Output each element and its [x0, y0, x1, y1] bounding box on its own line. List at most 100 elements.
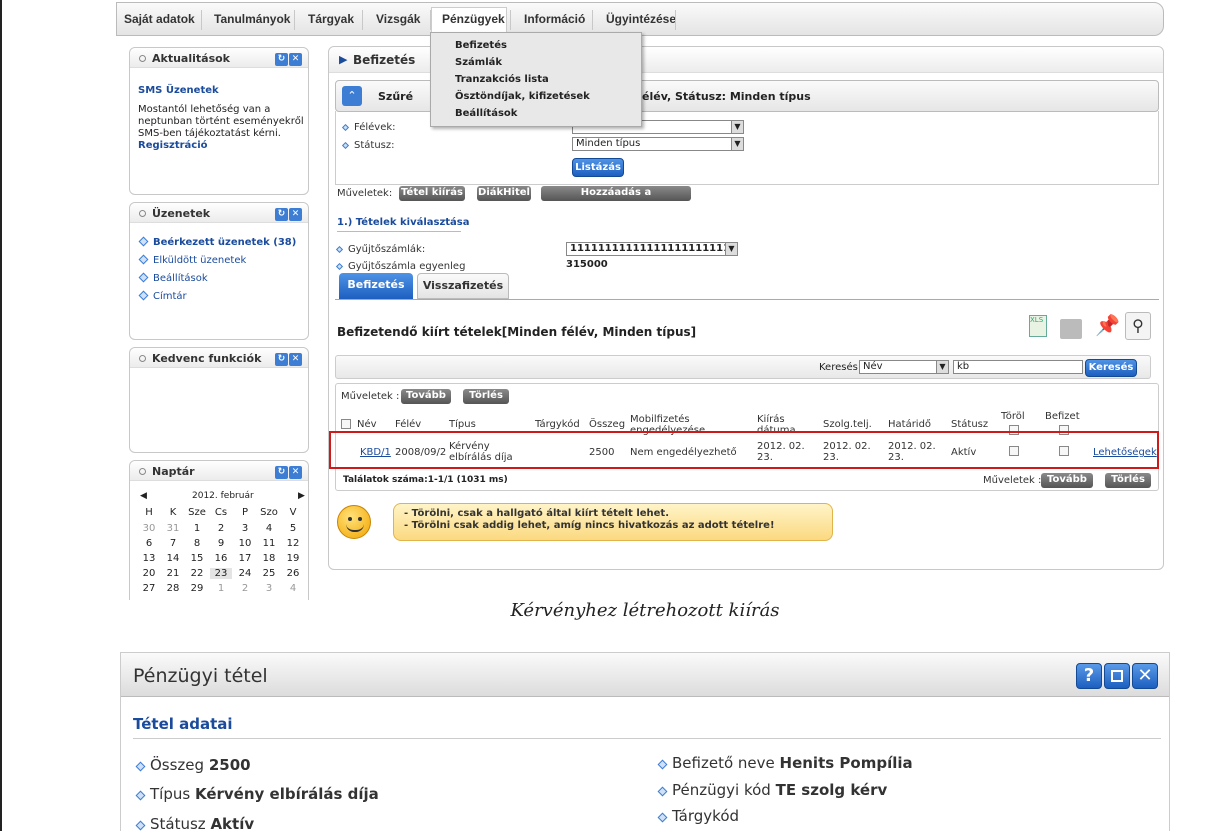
- calendar-day[interactable]: 1: [210, 583, 232, 594]
- refresh-icon[interactable]: ↻: [275, 353, 288, 366]
- print-icon[interactable]: [1060, 319, 1082, 339]
- torles-button[interactable]: Törlés: [463, 389, 509, 404]
- prev-month-icon[interactable]: ◀: [140, 491, 147, 501]
- listazas-button[interactable]: Listázás: [572, 158, 624, 177]
- refresh-icon[interactable]: ↻: [275, 208, 288, 221]
- calendar-day[interactable]: 15: [186, 553, 208, 564]
- header-felev[interactable]: Félév: [395, 419, 421, 430]
- nav-targyak[interactable]: Tárgyak: [308, 12, 354, 26]
- statusz-select[interactable]: Minden típus ▼: [572, 137, 744, 151]
- refresh-icon[interactable]: ↻: [275, 53, 288, 66]
- close-icon[interactable]: ✕: [289, 353, 302, 366]
- next-month-icon[interactable]: ▶: [298, 491, 305, 501]
- calendar-day[interactable]: 25: [258, 568, 280, 579]
- header-szolg[interactable]: Szolg.telj.: [823, 419, 872, 430]
- excel-export-icon[interactable]: XLS: [1029, 315, 1047, 337]
- calendar-day[interactable]: 23: [210, 568, 232, 579]
- header-statusz[interactable]: Státusz: [951, 419, 988, 430]
- tovabb-button[interactable]: Tovább: [401, 389, 451, 404]
- menu-item-beallitasok[interactable]: Beállítások: [455, 108, 517, 119]
- tab-befizetes[interactable]: Befizetés: [339, 273, 413, 299]
- row-nev-link[interactable]: KBD/1: [360, 447, 391, 458]
- calendar-day[interactable]: 8: [186, 538, 208, 549]
- tab-visszafizetes[interactable]: Visszafizetés: [417, 273, 509, 299]
- header-targykod[interactable]: Tárgykód: [535, 419, 580, 430]
- calendar-day[interactable]: 22: [186, 568, 208, 579]
- calendar-day[interactable]: 26: [282, 568, 304, 579]
- tetel-kiiras-button[interactable]: Tétel kiírás: [399, 186, 465, 201]
- sent-link[interactable]: Elküldött üzenetek: [138, 252, 296, 270]
- calendar-day[interactable]: 7: [162, 538, 184, 549]
- settings-link[interactable]: Beállítások: [138, 270, 296, 288]
- calendar-day[interactable]: 4: [258, 523, 280, 534]
- calendar-day[interactable]: 4: [282, 583, 304, 594]
- gyujto-select[interactable]: 111111111111111111111111 ▼: [566, 242, 738, 256]
- header-nev[interactable]: Név: [357, 419, 377, 430]
- nav-penzugyek[interactable]: Pénzügyek: [442, 12, 505, 26]
- nav-vizsgak[interactable]: Vizsgák: [376, 12, 420, 26]
- calendar-day[interactable]: 19: [282, 553, 304, 564]
- calendar-day[interactable]: 12: [282, 538, 304, 549]
- search-field-select[interactable]: Név ▼: [859, 360, 949, 374]
- calendar-day[interactable]: 21: [162, 568, 184, 579]
- torles-bottom-button[interactable]: Törlés: [1105, 473, 1151, 488]
- calendar-day[interactable]: 29: [186, 583, 208, 594]
- row-lehetosegek-link[interactable]: Lehetőségek: [1093, 447, 1157, 458]
- nav-sajat-adatok[interactable]: Saját adatok: [124, 12, 195, 26]
- header-tipus[interactable]: Típus: [449, 419, 476, 430]
- calendar-day[interactable]: 30: [138, 523, 160, 534]
- menu-item-tranzakcios[interactable]: Tranzakciós lista: [455, 74, 549, 85]
- calendar-day[interactable]: 6: [138, 538, 160, 549]
- tovabb-bottom-button[interactable]: Tovább: [1041, 473, 1093, 488]
- close-icon[interactable]: ✕: [289, 208, 302, 221]
- search-input[interactable]: kb: [953, 360, 1083, 374]
- menu-item-szamlak[interactable]: Számlák: [455, 57, 502, 68]
- close-icon[interactable]: ✕: [1132, 663, 1158, 689]
- nav-tanulmanyok[interactable]: Tanulmányok: [214, 12, 290, 26]
- menu-item-befizetes[interactable]: Befizetés: [455, 40, 507, 51]
- calendar-day[interactable]: 3: [258, 583, 280, 594]
- calendar-day[interactable]: 13: [138, 553, 160, 564]
- help-icon[interactable]: ?: [1076, 663, 1102, 689]
- refresh-icon[interactable]: ↻: [275, 466, 288, 479]
- row-torol-checkbox[interactable]: [1009, 446, 1019, 456]
- row-befizet-checkbox[interactable]: [1059, 446, 1069, 456]
- befizeto-field: Befizető neve Henits Pompília: [657, 754, 913, 772]
- calendar-day[interactable]: 27: [138, 583, 160, 594]
- diakhitel-button[interactable]: DiákHitel: [477, 186, 531, 201]
- calendar-day[interactable]: 2: [210, 523, 232, 534]
- pin-icon[interactable]: 📌: [1095, 313, 1120, 337]
- nav-ugyintezese[interactable]: Ügyintézése: [606, 12, 676, 26]
- calendar-day[interactable]: 5: [282, 523, 304, 534]
- nav-informacio[interactable]: Információ: [524, 12, 585, 26]
- calendar-day[interactable]: 20: [138, 568, 160, 579]
- add-favorite-button[interactable]: Hozzáadás a kedvencekhez: [541, 186, 691, 212]
- menu-item-osztondijak[interactable]: Ösztöndíjak, kifizetések: [455, 91, 590, 102]
- calendar-day[interactable]: 16: [210, 553, 232, 564]
- calendar-day[interactable]: 17: [234, 553, 256, 564]
- calendar-day[interactable]: 28: [162, 583, 184, 594]
- calendar-day[interactable]: 9: [210, 538, 232, 549]
- directory-link[interactable]: Címtár: [138, 288, 296, 306]
- calendar-day[interactable]: 24: [234, 568, 256, 579]
- header-osszeg[interactable]: Összeg: [589, 419, 625, 430]
- collapse-icon[interactable]: ⌃: [342, 86, 362, 106]
- maximize-icon[interactable]: [1104, 663, 1130, 689]
- calendar-day[interactable]: 31: [162, 523, 184, 534]
- inbox-link[interactable]: Beérkezett üzenetek (38): [138, 234, 296, 252]
- close-icon[interactable]: ✕: [289, 466, 302, 479]
- search-button[interactable]: Keresés: [1085, 359, 1137, 377]
- sms-headline[interactable]: SMS Üzenetek: [138, 85, 219, 96]
- magnifier-icon[interactable]: ⚲: [1125, 312, 1151, 340]
- header-hatarido[interactable]: Határidő: [888, 419, 931, 430]
- calendar-day[interactable]: 18: [258, 553, 280, 564]
- calendar-day[interactable]: 10: [234, 538, 256, 549]
- calendar-day[interactable]: 1: [186, 523, 208, 534]
- registration-link[interactable]: Regisztráció: [138, 140, 304, 152]
- select-all-checkbox[interactable]: [341, 419, 351, 429]
- calendar-day[interactable]: 14: [162, 553, 184, 564]
- calendar-day[interactable]: 2: [234, 583, 256, 594]
- close-icon[interactable]: ✕: [289, 53, 302, 66]
- calendar-day[interactable]: 11: [258, 538, 280, 549]
- calendar-day[interactable]: 3: [234, 523, 256, 534]
